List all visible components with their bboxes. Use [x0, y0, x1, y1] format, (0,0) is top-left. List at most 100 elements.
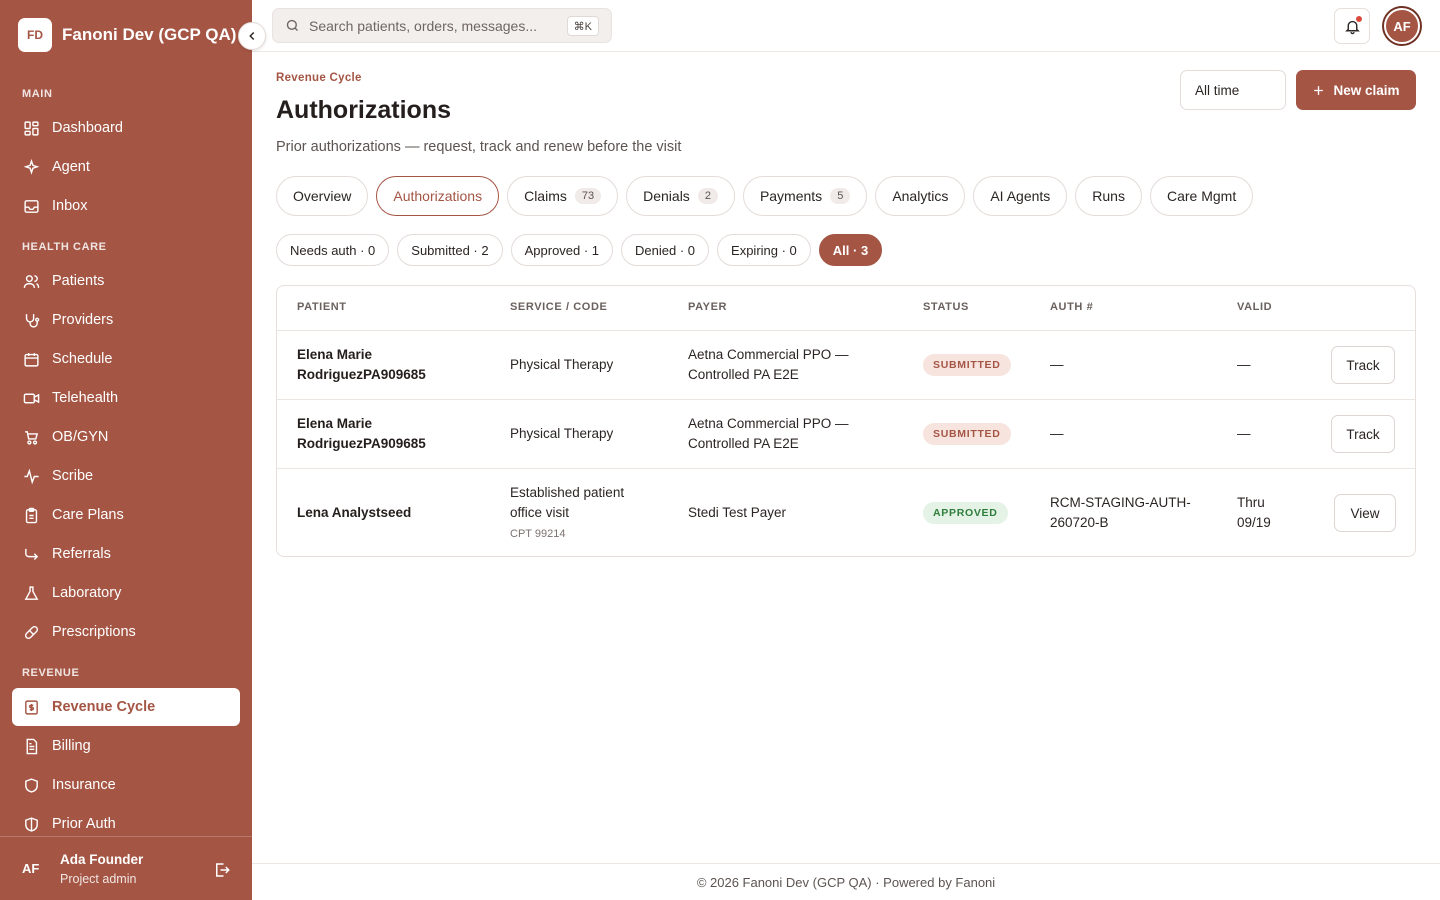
- tab-denials[interactable]: Denials 2: [626, 176, 735, 216]
- filter-denied[interactable]: Denied · 0: [621, 234, 710, 266]
- search-icon: [286, 19, 298, 31]
- shield-icon: [25, 777, 38, 793]
- sidebar-item-laboratory[interactable]: Laboratory: [12, 574, 240, 612]
- sidebar-item-label: Prescriptions: [52, 624, 136, 640]
- tab-authorizations[interactable]: Authorizations: [376, 176, 500, 216]
- tab-label: Claims: [524, 188, 567, 204]
- calendar-icon: [24, 352, 39, 367]
- column-header-status: STATUS: [923, 301, 969, 313]
- search-input[interactable]: Search patients, orders, messages...: [309, 18, 537, 34]
- payer-line: Aetna Commercial PPO —: [688, 347, 849, 362]
- filter-needs-auth[interactable]: Needs auth · 0: [276, 234, 390, 266]
- column-header-patient: PATIENT: [297, 301, 347, 313]
- date-range-select[interactable]: All time: [1180, 70, 1286, 110]
- payer-line: Controlled PA E2E: [688, 367, 799, 382]
- service: Physical Therapy: [510, 357, 614, 372]
- payer-line: Aetna Commercial PPO —: [688, 416, 849, 431]
- service: Physical Therapy: [510, 426, 614, 441]
- sidebar: FD Fanoni Dev (GCP QA) MAIN Dashboard Ag…: [0, 0, 252, 900]
- patient-name-line: RodriguezPA909685: [297, 436, 426, 451]
- collapse-sidebar-button[interactable]: [238, 22, 266, 50]
- footer-user-name: Ada Founder: [60, 852, 144, 867]
- sidebar-item-dashboard[interactable]: Dashboard: [12, 109, 240, 147]
- tab-runs[interactable]: Runs: [1075, 176, 1142, 216]
- patient-name[interactable]: Elena Marie RodriguezPA909685: [297, 345, 426, 385]
- tab-payments[interactable]: Payments 5: [742, 176, 868, 216]
- track-button[interactable]: Track: [1331, 415, 1395, 453]
- sidebar-item-label: Scribe: [52, 468, 94, 484]
- view-button[interactable]: View: [1334, 494, 1396, 532]
- payer: Aetna Commercial PPO — Controlled PA E2E: [688, 414, 849, 454]
- logout-icon[interactable]: [213, 861, 231, 879]
- sidebar-item-label: Revenue Cycle: [52, 699, 156, 715]
- search-bar[interactable]: Search patients, orders, messages... ⌘K: [272, 8, 612, 43]
- breadcrumb[interactable]: Revenue Cycle: [276, 72, 362, 84]
- service: Established patient office visit CPT 992…: [510, 483, 624, 542]
- sidebar-item-label: Providers: [52, 312, 114, 328]
- filter-approved[interactable]: Approved · 1: [510, 234, 614, 266]
- service-line: office visit: [510, 505, 570, 520]
- pulse-icon: [24, 467, 39, 485]
- sidebar-item-inbox[interactable]: Inbox: [12, 187, 240, 225]
- auth-number: RCM-STAGING-AUTH- 260720-B: [1050, 493, 1191, 533]
- tab-overview[interactable]: Overview: [276, 176, 369, 216]
- table-row[interactable]: Elena Marie RodriguezPA909685 Physical T…: [277, 331, 1415, 400]
- sidebar-item-label: Agent: [52, 159, 90, 175]
- tab-label: Payments: [759, 188, 823, 204]
- sidebar-item-patients[interactable]: Patients: [12, 262, 240, 300]
- count-badge: 73: [574, 188, 602, 204]
- payer: Stedi Test Payer: [688, 505, 787, 520]
- table-row[interactable]: Elena Marie RodriguezPA909685 Physical T…: [277, 400, 1415, 469]
- tab-analytics[interactable]: Analytics: [875, 176, 966, 216]
- sidebar-item-insurance[interactable]: Insurance: [12, 766, 240, 804]
- valid-line: 09/19: [1237, 515, 1271, 530]
- flask-icon: [24, 585, 39, 600]
- inbox-icon: [24, 199, 39, 213]
- sidebar-item-providers[interactable]: Providers: [12, 301, 240, 339]
- filter-expiring[interactable]: Expiring · 0: [717, 234, 811, 266]
- authorizations-table: PATIENT SERVICE / CODE PAYER STATUS AUTH…: [276, 285, 1416, 557]
- patient-name[interactable]: Lena Analystseed: [297, 503, 411, 523]
- sidebar-item-scribe[interactable]: Scribe: [12, 457, 240, 495]
- sidebar-item-label: Care Plans: [52, 507, 124, 523]
- sidebar-item-prescriptions[interactable]: Prescriptions: [12, 613, 240, 651]
- sidebar-item-billing[interactable]: Billing: [12, 727, 240, 765]
- tab-care-mgmt[interactable]: Care Mgmt: [1149, 176, 1254, 216]
- sidebar-item-telehealth[interactable]: Telehealth: [12, 379, 240, 417]
- notifications-button[interactable]: [1334, 8, 1370, 44]
- new-claim-button[interactable]: New claim: [1296, 70, 1416, 110]
- sidebar-item-schedule[interactable]: Schedule: [12, 340, 240, 378]
- count-badge: 5: [830, 188, 851, 204]
- dashboard-icon: [24, 120, 39, 136]
- tab-label: AI Agents: [990, 188, 1051, 204]
- stroller-icon: [25, 430, 39, 445]
- clipboard-icon: [25, 507, 38, 523]
- page-subtitle: Prior authorizations — request, track an…: [276, 139, 682, 155]
- video-icon: [23, 393, 40, 403]
- tab-claims[interactable]: Claims 73: [507, 176, 619, 216]
- filter-all[interactable]: All · 3: [818, 234, 883, 266]
- chevron-left-icon: [249, 31, 255, 41]
- valid-until: Thru 09/19: [1237, 493, 1271, 533]
- tab-label: Authorizations: [393, 188, 483, 204]
- user-avatar[interactable]: AF: [1384, 8, 1420, 44]
- filter-submitted[interactable]: Submitted · 2: [397, 234, 503, 266]
- sidebar-item-care-plans[interactable]: Care Plans: [12, 496, 240, 534]
- sidebar-item-obgyn[interactable]: OB/GYN: [12, 418, 240, 456]
- payer: Aetna Commercial PPO — Controlled PA E2E: [688, 345, 849, 385]
- payer-line: Controlled PA E2E: [688, 436, 799, 451]
- track-button[interactable]: Track: [1331, 346, 1395, 384]
- sidebar-item-label: Telehealth: [52, 390, 119, 406]
- patient-name-line: Elena Marie: [297, 347, 373, 362]
- sidebar-item-referrals[interactable]: Referrals: [12, 535, 240, 573]
- brand[interactable]: FD Fanoni Dev (GCP QA): [18, 18, 236, 52]
- patient-name[interactable]: Elena Marie RodriguezPA909685: [297, 414, 426, 454]
- auth-number: —: [1050, 357, 1064, 372]
- sidebar-item-revenue-cycle[interactable]: Revenue Cycle: [12, 688, 240, 726]
- sparkle-icon: [23, 158, 40, 175]
- footer-avatar[interactable]: AF: [22, 861, 39, 876]
- table-row[interactable]: Lena Analystseed Established patient off…: [277, 469, 1415, 556]
- sidebar-item-agent[interactable]: Agent: [12, 148, 240, 186]
- topbar: Search patients, orders, messages... ⌘K …: [252, 0, 1440, 52]
- tab-ai-agents[interactable]: AI Agents: [973, 176, 1068, 216]
